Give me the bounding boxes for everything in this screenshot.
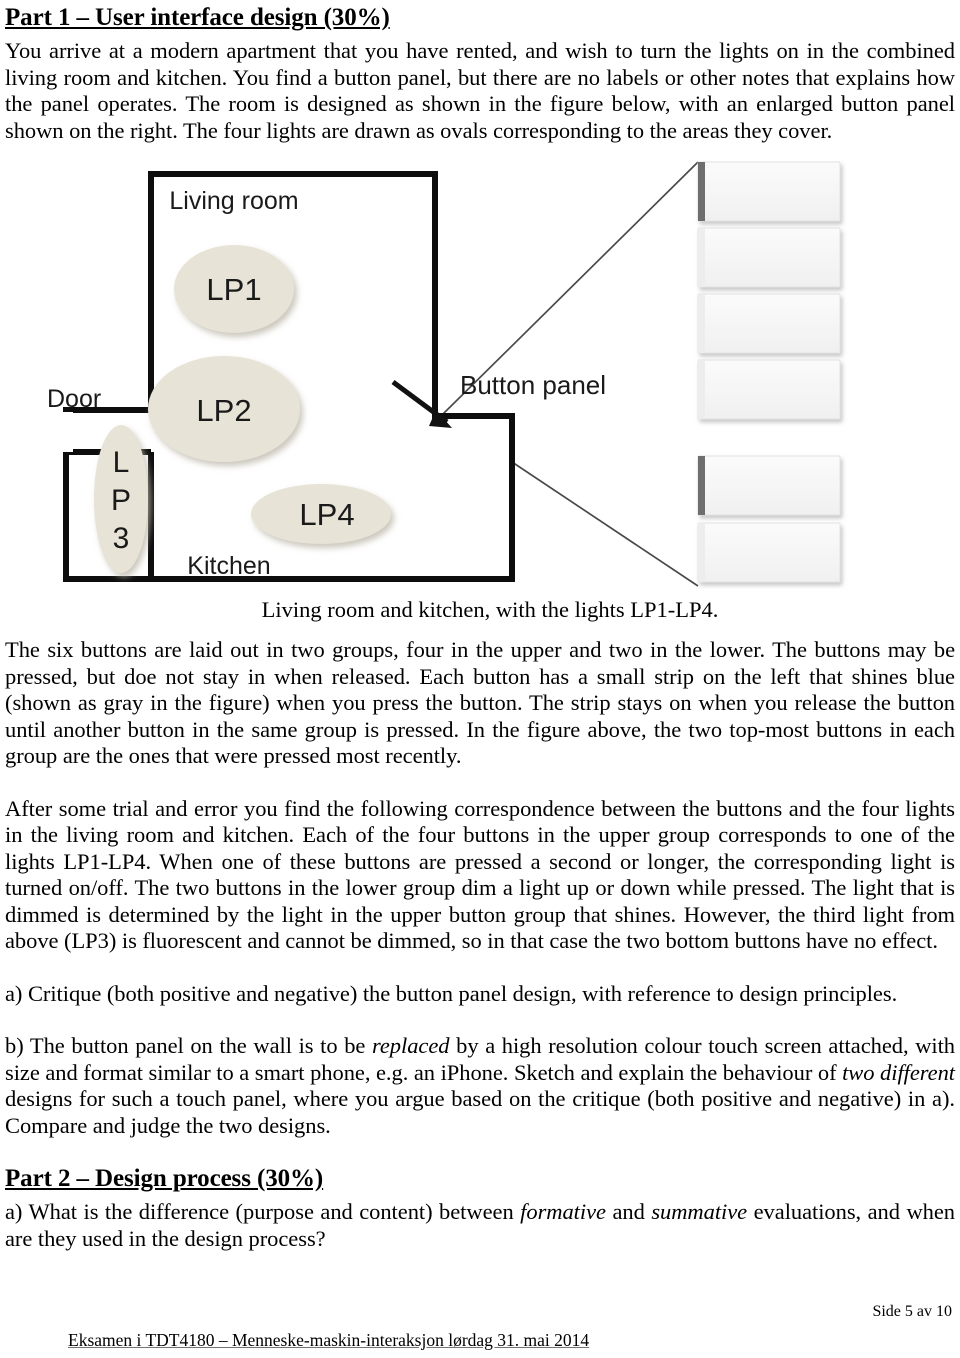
figure-label-button-panel: Button panel: [460, 370, 606, 400]
part-1-intro-paragraph: You arrive at a modern apartment that yo…: [5, 38, 955, 143]
button-strip-unlit-3: [698, 294, 705, 353]
question-2a-emphasis-formative: formative: [520, 1199, 606, 1224]
panel-button-3[interactable]: [697, 293, 841, 354]
question-2a-text-2: and: [605, 1199, 652, 1224]
question-1a: a) Critique (both positive and negative)…: [5, 980, 898, 1006]
panel-button-6[interactable]: [697, 522, 841, 583]
question-1b-emphasis-two-different: two different: [842, 1059, 955, 1085]
panel-button-4[interactable]: [697, 359, 841, 420]
question-1b-emphasis-replaced: replaced: [372, 1033, 450, 1058]
panel-button-5[interactable]: [697, 455, 841, 516]
light-label-lp2: LP2: [196, 393, 251, 428]
question-1b: b) The button panel on the wall is to be…: [5, 1033, 955, 1139]
question-2a: a) What is the difference (purpose and c…: [5, 1199, 955, 1252]
floorplan-svg: Living room Door Kitchen Button panel LP…: [47, 161, 841, 587]
page-content: Part 1 – User interface design (30%) You…: [5, 4, 955, 1252]
svg-text:L: L: [113, 446, 130, 479]
footer-exam-line: Eksamen i TDT4180 – Menneske-maskin-inte…: [68, 1330, 590, 1350]
svg-text:3: 3: [113, 522, 130, 555]
svg-text:P: P: [111, 484, 131, 517]
panel-button-1[interactable]: [697, 161, 841, 222]
figure-caption: Living room and kitchen, with the lights…: [261, 597, 719, 622]
paragraph-buttons: The six buttons are laid out in two grou…: [5, 637, 955, 768]
question-1b-text-1: b) The button panel on the wall is to be: [5, 1033, 372, 1058]
button-strip-unlit-6: [698, 523, 705, 582]
part-2-heading: Part 2 – Design process (30%): [5, 1165, 324, 1192]
light-label-lp3: L P 3: [111, 446, 131, 555]
button-strip-lit-1: [698, 162, 705, 221]
question-2a-emphasis-summative: summative: [651, 1199, 748, 1224]
light-label-lp1: LP1: [206, 272, 261, 307]
figure-label-door: Door: [47, 385, 101, 413]
panel-button-2[interactable]: [697, 227, 841, 288]
button-panel[interactable]: [697, 161, 841, 583]
paragraph-correspondence: After some trial and error you find the …: [5, 795, 955, 954]
question-2a-text-1: a) What is the difference (purpose and c…: [5, 1199, 521, 1224]
door-opening: [57, 412, 73, 452]
light-label-lp4: LP4: [299, 497, 354, 532]
footer-page-number: Side 5 av 10: [872, 1303, 952, 1320]
document-page: Part 1 – User interface design (30%) You…: [0, 0, 960, 1358]
question-1b-text-3: designs for such a touch panel, where yo…: [5, 1086, 955, 1138]
button-strip-unlit-2: [698, 228, 705, 287]
button-strip-lit-5: [698, 456, 705, 515]
part-1-heading: Part 1 – User interface design (30%): [5, 4, 390, 31]
figure-label-kitchen: Kitchen: [187, 552, 270, 580]
room-and-panel-figure: Living room Door Kitchen Button panel LP…: [5, 154, 955, 589]
button-strip-unlit-4: [698, 360, 705, 419]
figure-label-living-room: Living room: [169, 187, 298, 215]
